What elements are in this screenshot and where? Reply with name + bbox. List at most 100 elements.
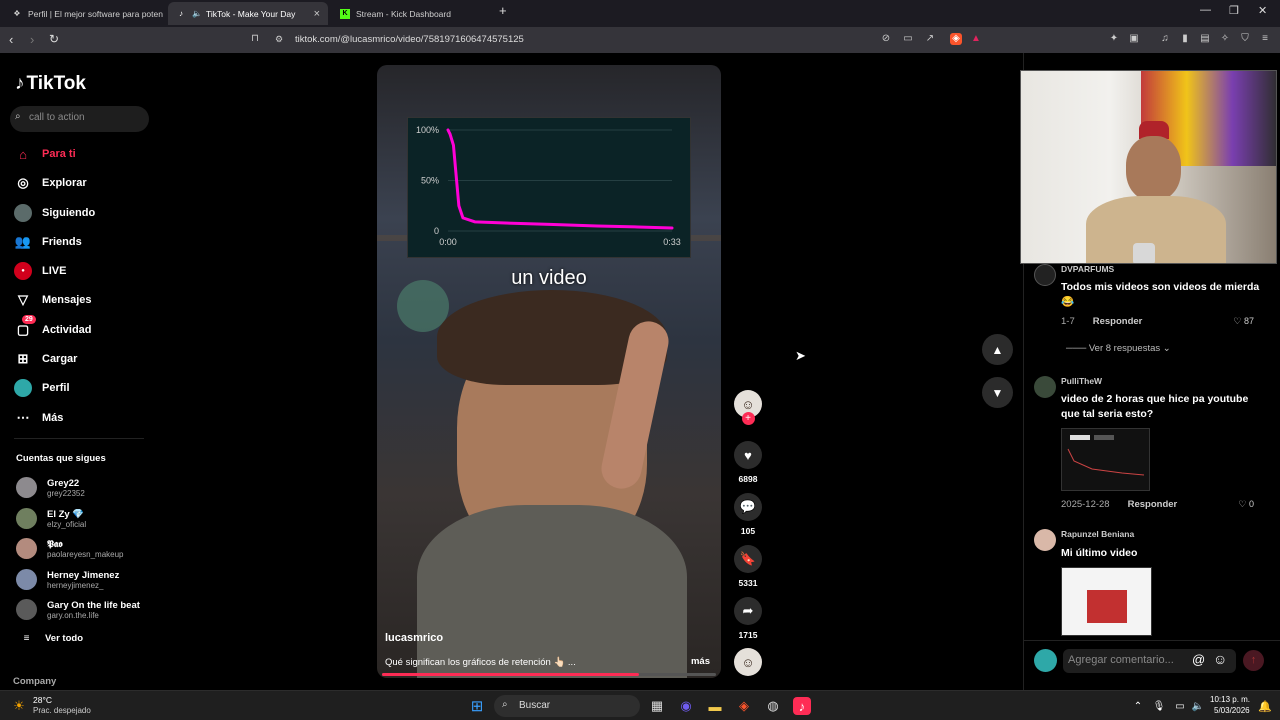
sidebar-toggle-icon[interactable]: ▮ [1179,33,1191,45]
sound-avatar-button[interactable]: ☺ [731,648,765,676]
windows-start-icon[interactable]: ⊞ [468,697,486,715]
emoji-icon[interactable]: ☺ [1213,651,1227,667]
brave-browser-icon[interactable]: ◈ [735,697,753,715]
reply-button[interactable]: Responder [1093,316,1143,327]
like-button[interactable]: ♥ 6898 [731,441,765,484]
following-account[interactable]: Gary On the life beat gary.on.the.life [16,599,140,620]
forward-icon[interactable]: › [30,32,34,47]
taskbar-search[interactable]: ⌕ Buscar [494,695,640,717]
following-account[interactable]: El Zy 💎 elzy_oficial [16,508,86,529]
tab-perfil[interactable]: ❖ Perfil | El mejor software para poten [4,2,166,25]
comment-author[interactable]: DVPARFUMS [1061,264,1114,274]
task-view-icon[interactable]: ▦ [648,697,666,715]
no-tracking-icon[interactable]: ⊘ [880,33,892,45]
nav-friends[interactable]: 👥 Friends [14,232,82,252]
tiktok-app-icon[interactable]: ♪ [793,697,811,715]
see-all-link[interactable]: ≡ Ver todo [16,633,83,644]
video-player[interactable]: 100% 50% 0 0:00 0:33 un video lucasmrico Qué… [377,65,721,678]
clock-time[interactable]: 10:13 p. m. [1210,695,1250,704]
obs-icon[interactable]: ◍ [764,697,782,715]
divider [1024,640,1280,641]
previous-video-button[interactable]: ▲ [982,334,1013,365]
mention-icon[interactable]: @ [1192,652,1205,667]
screenshot-icon[interactable]: ▣ [1128,33,1140,45]
site-settings-icon[interactable]: ⚙ [275,34,283,45]
search-input[interactable]: ⌕ call to action [10,106,149,132]
comment-button[interactable]: 💬 105 [731,493,765,536]
close-window-icon[interactable]: ✕ [1258,4,1267,17]
network-icon[interactable]: ▭ [1171,697,1189,715]
microphone-icon[interactable]: 🎙 [1150,697,1168,715]
back-icon[interactable]: ‹ [9,32,13,47]
nav-mas[interactable]: ⋯ Más [14,408,64,428]
nav-para-ti[interactable]: ⌂ Para ti [14,144,76,164]
menu-icon[interactable]: ≡ [1259,33,1271,45]
account-handle: herneyjimenez_ [47,580,104,590]
nav-actividad[interactable]: ▢ 29 Actividad [14,315,92,340]
following-account[interactable]: Grey22 grey22352 [16,477,85,498]
app-icon[interactable]: ◉ [677,697,695,715]
more-button[interactable]: más [691,656,710,667]
url-text: tiktok.com/@lucasmrico/video/75819716064… [295,34,524,45]
tiktok-logo[interactable]: ♪ TikTok [15,73,86,95]
clock-date[interactable]: 5/03/2026 [1214,706,1250,715]
avatar[interactable] [1034,376,1056,398]
following-account[interactable]: Herney Jimenez herneyjimenez_ [16,569,119,590]
view-replies-button[interactable]: ─── Ver 8 respuestas ⌄ [1066,343,1171,354]
comment-like-button[interactable]: ♡ 0 [1238,499,1254,510]
share-icon[interactable]: ↗ [924,33,936,45]
save-button[interactable]: 🔖 5331 [731,545,765,588]
nav-mensajes[interactable]: ▽ Mensajes [14,290,92,310]
nav-live[interactable]: ● LIVE [14,261,66,281]
post-comment-button[interactable]: ↑ [1243,650,1264,671]
avatar[interactable] [1034,264,1056,286]
music-icon[interactable]: ♫ [1159,33,1171,45]
comment-like-button[interactable]: ♡ 87 [1233,316,1254,327]
minimize-icon[interactable]: — [1200,4,1211,16]
author-avatar-button[interactable]: ☺ + [731,390,765,425]
nav-perfil[interactable]: Perfil [14,378,70,398]
nav-siguiendo[interactable]: Siguiendo [14,203,95,223]
comment-author[interactable]: Rapunzel Beniana [1061,529,1134,539]
tab-label: TikTok - Make Your Day [205,8,296,19]
brave-rewards-icon[interactable]: ▲ [970,33,982,45]
brave-shield-icon[interactable]: ◈ [950,33,962,45]
tab-label: Stream - Kick Dashboard [356,8,451,19]
comment-image[interactable] [1061,567,1152,636]
file-explorer-icon[interactable]: ▬ [706,697,724,715]
cast-icon[interactable]: ▭ [902,33,914,45]
nav-cargar[interactable]: ⊞ Cargar [14,349,78,369]
video-progress-bar[interactable] [382,673,716,676]
share-button[interactable]: ➦ 1715 [731,597,765,640]
next-video-button[interactable]: ▼ [982,377,1013,408]
chevron-up-icon[interactable]: ⌃ [1129,697,1147,715]
leo-ai-icon[interactable]: ✧ [1219,33,1231,45]
notification-bell-icon[interactable]: 🔔 [1256,697,1274,715]
company-link[interactable]: Company [13,676,56,687]
new-tab-icon[interactable]: + [499,3,507,18]
comment-image[interactable] [1061,428,1150,491]
reload-icon[interactable]: ↻ [49,32,59,46]
comment-author[interactable]: PulliTheW [1061,376,1102,386]
volume-icon[interactable]: 🔈 [1189,697,1207,715]
speaker-icon[interactable]: 🔈 [192,9,202,18]
wallet-icon[interactable]: ▤ [1199,33,1211,45]
weather-icon[interactable]: ☀ [10,697,28,715]
microphone [1133,243,1155,263]
tab-kick[interactable]: K Stream - Kick Dashboard [332,2,492,25]
maximize-icon[interactable]: ❐ [1229,4,1239,17]
vpn-icon[interactable]: ⛉ [1239,33,1251,45]
extensions-icon[interactable]: ✦ [1108,33,1120,45]
comment-input[interactable]: Agregar comentario... [1063,649,1236,673]
following-account[interactable]: 𝕻𝖆𝖔 paolareyesn_makeup [16,538,124,559]
brand-name: TikTok [26,73,86,94]
reply-button[interactable]: Responder [1128,499,1178,510]
follow-plus-icon[interactable]: + [741,412,755,425]
tab-tiktok[interactable]: ♪ 🔈 TikTok - Make Your Day × [168,2,328,25]
nav-explorar[interactable]: ◎ Explorar [14,173,86,193]
video-author[interactable]: lucasmrico [385,632,443,644]
taskbar: ☀ 28°C Prac. despejado ⊞ ⌕ Buscar ▦ ◉ ▬ … [0,690,1280,720]
close-tab-icon[interactable]: × [314,8,320,20]
bookmark-icon[interactable]: ⊓ [249,33,261,45]
avatar[interactable] [1034,529,1056,551]
